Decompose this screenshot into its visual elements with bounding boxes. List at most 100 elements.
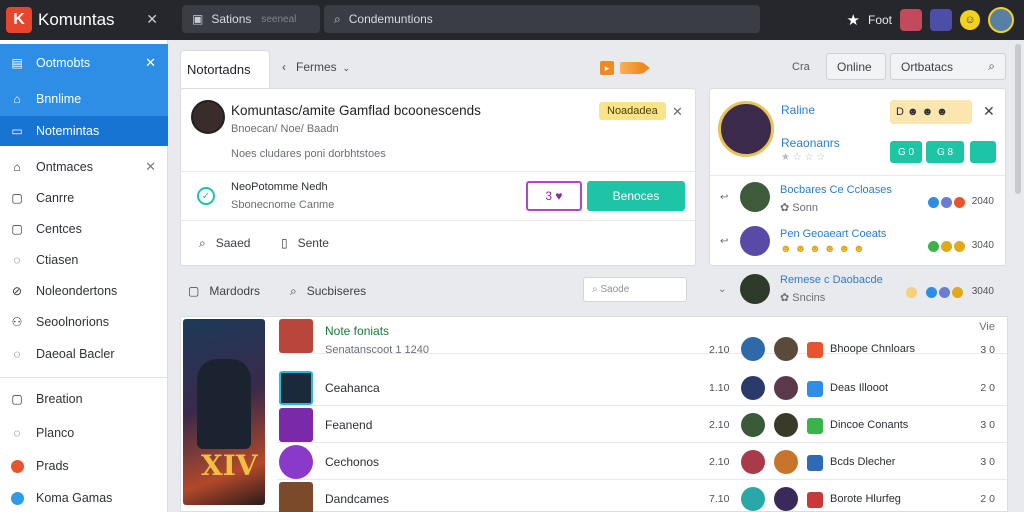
sidebar-item-label: Ontmaces [36, 160, 93, 174]
game-icon [807, 418, 823, 434]
sense-link[interactable]: ▯ Sente [281, 236, 329, 250]
table-header-label: Note foniats [325, 324, 390, 338]
sidebar-item-label: Daeoal Bacler [36, 347, 115, 361]
featured-game-art[interactable]: XIV [183, 319, 265, 505]
game-icon [807, 455, 823, 471]
game-thumbnail [279, 445, 313, 479]
table-row[interactable]: Ceahanca 1.10 Deas Illooot 2 0 [277, 369, 1007, 406]
profile-title[interactable]: Raline [781, 103, 815, 117]
flag-icon: ▸ [600, 61, 614, 75]
activity-row[interactable]: Remese c Daobacde ✿ Sncins 3040 [710, 268, 1006, 312]
sidebar-item[interactable]: Koma Gamas [0, 484, 168, 512]
sidebar-item-dashboard[interactable]: ▤ Ootmobts ✕ [0, 44, 168, 82]
close-icon[interactable]: ✕ [145, 159, 156, 175]
table-row[interactable]: Note foniats Senatanscoot 1 1240 2.10 Bh… [277, 317, 1007, 361]
sidebar-item[interactable]: ◌ Ctiasen [0, 246, 168, 274]
avatar[interactable] [900, 9, 922, 31]
sidebar-item[interactable]: ◌ Planco [0, 419, 168, 447]
tab-notifications[interactable]: Notortadns [180, 50, 270, 88]
sidebar-item[interactable]: ⚇ Seoolnorions [0, 308, 168, 336]
activity-sub: ✿ Sncins [780, 292, 826, 304]
sidebar-item-home[interactable]: ⌂ Bnnlime [0, 82, 168, 116]
sidebar-item-notifications[interactable]: ▭ Notemintas [0, 116, 168, 146]
row-game: Borote Hlurfeg [830, 493, 901, 505]
sidebar-item[interactable]: Prads [0, 452, 168, 480]
brand[interactable]: K Komuntas ✕ [0, 0, 168, 40]
top-bar: K Komuntas ✕ ▣ Sations seeneal ⌕ Condemu… [0, 0, 1024, 40]
profile-avatar[interactable] [718, 101, 774, 157]
avatar [741, 413, 765, 437]
reaction-chip[interactable]: 3 ♥ [526, 181, 582, 211]
search-icon: ⌕ [199, 236, 206, 250]
link-icon: ⊘ [11, 284, 23, 298]
table-search-input[interactable]: ⌕ Saode [583, 277, 687, 302]
leaf-icon: ◌ [13, 347, 21, 361]
search-input[interactable]: ⌕ Condemuntions [324, 5, 760, 33]
sidebar: ▤ Ootmobts ✕ ⌂ Bnnlime ▭ Notemintas ⌂ On… [0, 40, 168, 512]
post-subtitle: Bnoecan/ Noe/ Baadn [231, 123, 339, 135]
chevron-left-icon: ‹ [282, 60, 286, 74]
emoji-avatar[interactable]: ☺ [960, 10, 980, 30]
forms-dropdown[interactable]: ‹ Fermes ⌄ [282, 60, 350, 74]
arrow-icon [642, 62, 651, 74]
sections-label: Sations [211, 12, 252, 26]
reaction-icons [928, 239, 967, 253]
mentors-filter[interactable]: ▢ Mardodrs [188, 284, 260, 298]
chevron-down-icon[interactable]: ⌄ [718, 284, 726, 295]
top-right-label[interactable]: Foot [868, 13, 892, 27]
sidebar-item[interactable]: ▢ Centces [0, 215, 168, 243]
avatar [741, 450, 765, 474]
app-logo: K [6, 7, 32, 33]
activity-row[interactable]: ↩ Bocbares Ce Ccloases ✿ Sonn 2040 [710, 178, 1006, 222]
row-number: 2.10 [709, 419, 730, 431]
online-button[interactable]: Online [826, 53, 886, 80]
game-chip-icon[interactable] [970, 141, 996, 163]
game-thumbnail [279, 319, 313, 353]
chip[interactable]: G 8 [926, 141, 964, 163]
table-row[interactable]: Feanend 2.10 Dincoe Conants 3 0 [277, 406, 1007, 443]
post-title[interactable]: Komuntasc/amite Gamflad bcoonescends [231, 103, 481, 118]
game-icon [807, 342, 823, 358]
action-button[interactable]: Benoces [587, 181, 685, 211]
searches-label: Sucbiseres [306, 284, 367, 298]
top-right-tools: ★ Foot ☺ [847, 4, 1014, 36]
scrollbar[interactable] [1015, 44, 1021, 194]
activity-title: Remese c Daobacde [780, 274, 883, 286]
sidebar-item[interactable]: ◌ Daeoal Bacler [0, 340, 168, 368]
grid-icon: ▤ [11, 56, 23, 70]
searches-filter[interactable]: ⌕ Sucbiseres [290, 284, 366, 299]
sidebar-item-label: Seoolnorions [36, 315, 109, 329]
game-thumbnail [279, 408, 313, 442]
rating-stars: ★ ☆ ☆ ☆ [781, 152, 826, 163]
check-title: NeoPotomme Nedh [231, 181, 328, 193]
close-icon[interactable]: ✕ [983, 103, 995, 120]
app-name: Komuntas [38, 10, 115, 29]
search-link[interactable]: ⌕ Saaed [199, 236, 250, 251]
avatar[interactable] [930, 9, 952, 31]
sidebar-item[interactable]: ▢ Breation [0, 385, 168, 413]
activity-sub: ✿ Sonn [780, 202, 818, 214]
avatar [774, 487, 798, 511]
sections-pill[interactable]: ▣ Sations seeneal [182, 5, 320, 33]
star-icon[interactable]: ★ [847, 11, 860, 29]
avatar [741, 487, 765, 511]
chip[interactable]: G 0 [890, 141, 922, 163]
avatar [774, 376, 798, 400]
close-icon[interactable]: ✕ [146, 11, 158, 28]
author-avatar[interactable] [191, 100, 225, 134]
search-icon: ⌕ [334, 11, 341, 26]
sidebar-item[interactable]: ⊘ Noleondertons [0, 277, 168, 305]
activity-row[interactable]: ↩ Pen Geoaeart Coeats ☻ ☻ ☻ ☻ ☻ ☻ 3040 [710, 222, 1006, 266]
header-search[interactable]: Ortbatacs ⌕ [890, 53, 1006, 80]
table-row[interactable]: Cechonos 2.10 Bcds Dlecher 3 0 [277, 443, 1007, 480]
games-table: XIV Note foniats Senatanscoot 1 1240 2.1… [180, 316, 1008, 512]
sidebar-item[interactable]: ▢ Canrre [0, 184, 168, 212]
character-silhouette [197, 359, 251, 449]
sidebar-item-label: Notemintas [36, 124, 100, 138]
table-row[interactable]: Dandcames 7.10 Borote Hlurfeg 2 0 [277, 480, 1007, 512]
user-avatar[interactable] [988, 7, 1014, 33]
activity-sub: ☻ ☻ ☻ ☻ ☻ ☻ [780, 243, 865, 255]
close-icon[interactable]: ✕ [145, 55, 156, 71]
close-icon[interactable]: ✕ [672, 104, 683, 120]
sidebar-item-communities[interactable]: ⌂ Ontmaces ✕ [0, 152, 168, 182]
